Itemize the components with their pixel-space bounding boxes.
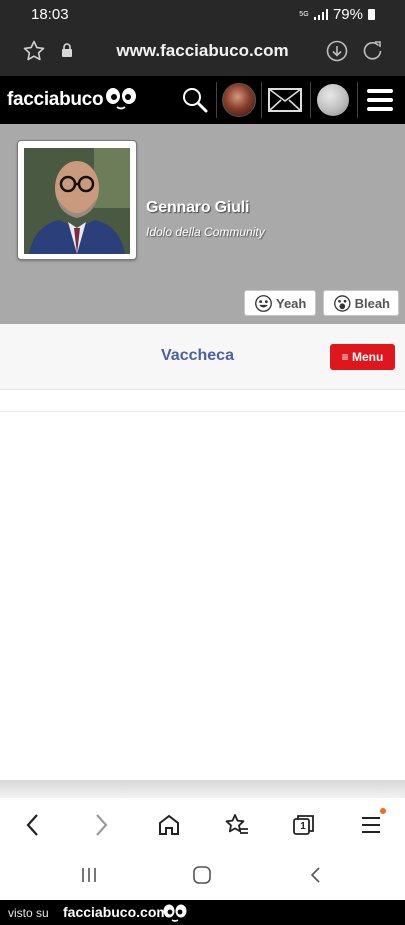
phone-screen: 18:03 5G 79% www.facciabuco.com facciabu… — [0, 0, 405, 925]
system-back-icon[interactable] — [307, 866, 325, 889]
search-icon[interactable] — [181, 86, 209, 119]
yeah-label: Yeah — [276, 295, 307, 311]
avatar[interactable] — [222, 83, 256, 117]
tab-count: 1 — [300, 821, 306, 832]
site-header: facciabuco — [0, 76, 405, 124]
eyes-logo-icon — [162, 903, 188, 925]
profile-subtitle: Idolo della Community — [146, 225, 265, 239]
bleah-button[interactable]: Bleah — [323, 290, 399, 316]
eyes-logo-icon[interactable] — [105, 86, 137, 117]
content-bottom-edge — [0, 780, 405, 798]
bookmarks-icon[interactable] — [224, 812, 250, 843]
header-divider — [310, 82, 311, 118]
moon-icon[interactable] — [317, 84, 349, 116]
recent-apps-icon[interactable] — [80, 866, 98, 889]
home-button-icon[interactable] — [192, 866, 212, 889]
mail-icon[interactable] — [268, 88, 302, 117]
menu-icon[interactable] — [360, 812, 382, 843]
profile-name: Gennaro Giuli — [146, 199, 250, 216]
status-indicators: 5G 79% — [299, 6, 375, 23]
download-icon[interactable] — [325, 39, 349, 68]
hamburger-menu-icon[interactable] — [367, 88, 393, 117]
bleah-label: Bleah — [354, 295, 390, 311]
browser-url-bar: www.facciabuco.com — [0, 30, 405, 76]
network-type: 5G — [299, 11, 309, 18]
profile-photo-frame[interactable] — [17, 140, 137, 260]
signal-icon — [313, 9, 328, 20]
header-divider — [216, 82, 217, 118]
yeah-button[interactable]: Yeah — [244, 290, 316, 316]
battery-percent: 79% — [332, 6, 363, 23]
disgusted-face-icon — [334, 294, 351, 312]
footer-prefix: visto su — [8, 906, 49, 920]
browser-toolbar: 1 — [0, 798, 405, 850]
forward-icon[interactable] — [90, 812, 112, 843]
section-bar: Vaccheca ≡ Menu — [0, 324, 405, 390]
profile-header: Gennaro Giuli Idolo della Community Yeah… — [0, 124, 405, 324]
header-divider — [261, 82, 262, 118]
reload-icon[interactable] — [361, 39, 385, 68]
menu-button[interactable]: ≡ Menu — [330, 344, 395, 370]
content-area — [0, 412, 405, 780]
site-logo[interactable]: facciabuco — [7, 89, 104, 111]
notification-dot — [380, 808, 386, 814]
back-icon[interactable] — [22, 812, 44, 843]
footer-brand: facciabuco.com — [63, 904, 169, 920]
header-divider — [357, 82, 358, 118]
profile-photo — [24, 148, 130, 254]
watermark-footer: visto su facciabuco.com — [0, 900, 405, 925]
status-time: 18:03 — [31, 6, 69, 23]
system-navigation-bar — [0, 850, 405, 900]
home-icon[interactable] — [157, 812, 181, 843]
battery-icon — [368, 9, 375, 20]
happy-face-icon — [255, 294, 272, 312]
status-bar: 18:03 5G 79% — [0, 0, 405, 30]
